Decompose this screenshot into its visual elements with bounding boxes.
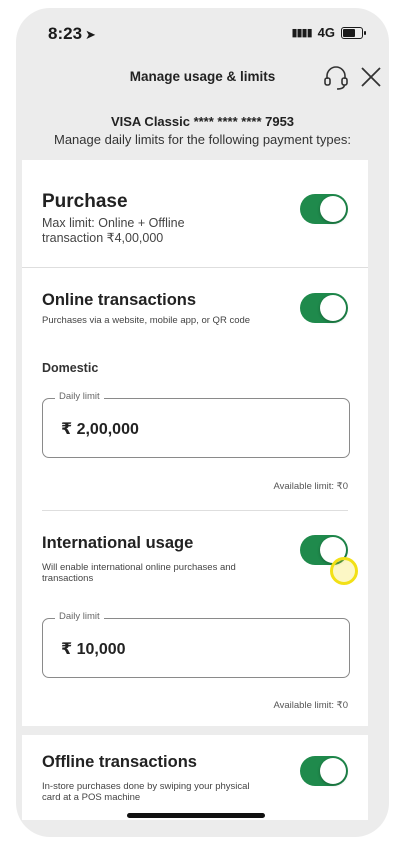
online-desc: Purchases via a website, mobile app, or … (42, 315, 251, 326)
daily-limit-label: Daily limit (55, 391, 104, 402)
close-icon[interactable] (358, 64, 384, 90)
offline-title: Offline transactions (42, 753, 197, 771)
offline-toggle[interactable] (300, 756, 348, 786)
daily-limit-value: ₹ 10,000 (61, 641, 126, 658)
header: Manage usage & limits (16, 54, 389, 100)
card-name: VISA Classic **** **** **** 7953 (110, 114, 295, 129)
toggle-knob (320, 196, 346, 222)
purchase-toggle[interactable] (300, 194, 348, 224)
clock-text: 8:23 (48, 24, 83, 43)
online-title: Online transactions (42, 291, 197, 309)
offline-section: Offline transactions In-store purchases … (22, 735, 368, 820)
purchase-desc: Max limit: Online + Offline transaction … (42, 216, 185, 245)
international-desc: Will enable international online purchas… (42, 562, 236, 584)
daily-limit-label: Daily limit (55, 611, 104, 622)
domestic-label: Domestic (42, 361, 99, 375)
international-section: International usage Will enable internat… (22, 510, 368, 726)
signal-icon: ▮▮▮▮ (291, 27, 312, 39)
section-gap (22, 726, 368, 735)
purchase-title: Purchase (42, 191, 128, 212)
limits-panel: Purchase Max limit: Online + Offline tra… (22, 160, 368, 820)
international-daily-limit-field[interactable]: Daily limit ₹ 10,000 (42, 611, 350, 678)
toggle-knob (320, 758, 346, 784)
offline-desc: In-store purchases done by swiping your … (42, 781, 250, 803)
location-arrow-icon: ➤ (85, 27, 96, 42)
daily-limit-value: ₹ 2,00,000 (61, 421, 139, 438)
card-subtitle: Manage daily limits for the following pa… (54, 132, 351, 147)
international-title: International usage (42, 534, 194, 552)
network-label: 4G (317, 25, 335, 40)
online-toggle[interactable] (300, 293, 348, 323)
available-limit: Available limit: ₹0 (273, 481, 348, 492)
tap-indicator (330, 557, 358, 585)
purchase-section: Purchase Max limit: Online + Offline tra… (22, 160, 368, 268)
toggle-knob (320, 295, 346, 321)
domestic-daily-limit-field[interactable]: Daily limit ₹ 2,00,000 (42, 391, 350, 458)
support-headset-icon[interactable] (322, 64, 350, 92)
home-indicator (127, 813, 265, 818)
online-section: Online transactions Purchases via a webs… (22, 268, 368, 510)
status-time: 8:23 ➤ (48, 24, 96, 44)
battery-icon (341, 26, 366, 39)
available-limit: Available limit: ₹0 (273, 700, 348, 711)
status-indicators: ▮▮▮▮ 4G (291, 25, 366, 40)
status-bar: 8:23 ➤ ▮▮▮▮ 4G (16, 8, 389, 54)
